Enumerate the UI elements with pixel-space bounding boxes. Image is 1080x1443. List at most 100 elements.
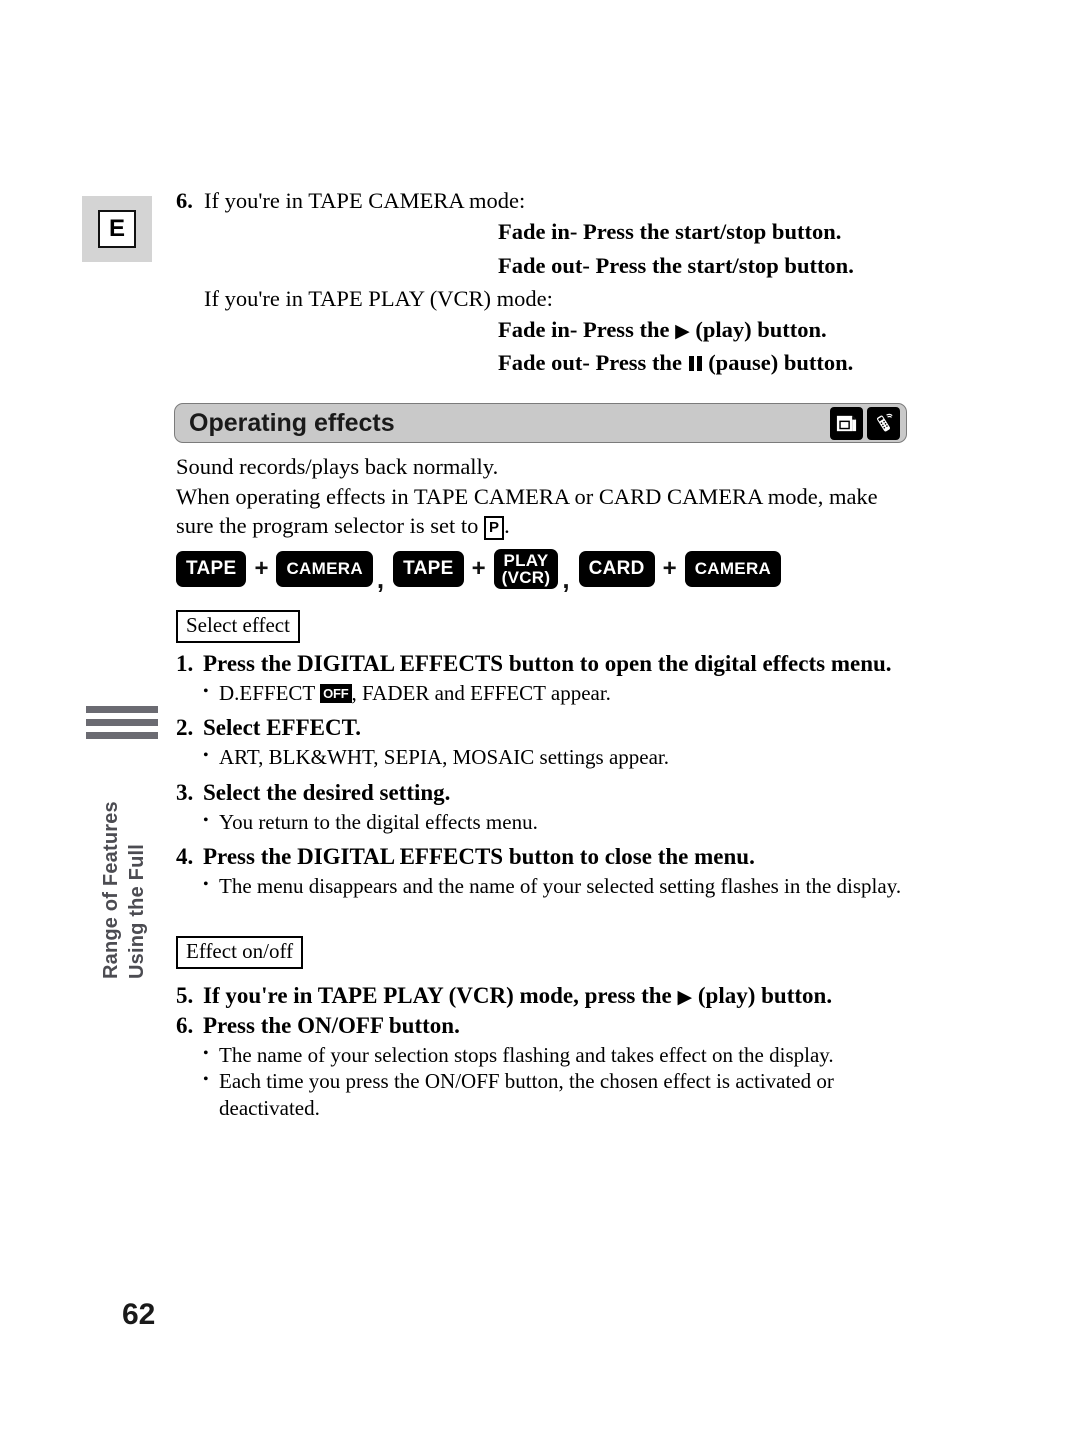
step-4-bullet-1: • The menu disappears and the name of yo… [203,873,916,899]
step-3-heading: 3. Select the desired setting. [176,779,916,807]
step-2-bullet-1-text: ART, BLK&WHT, SEPIA, MOSAIC settings app… [219,745,670,770]
step-5-title-post: (play) button. [692,983,833,1008]
pause-icon [688,356,703,372]
mode-badge-play-line2: (VCR) [501,568,551,587]
intro-line-2: When operating effects in TAPE CAMERA or… [176,483,878,509]
step-6b-bullet-2: • Each time you press the ON/OFF button,… [203,1068,916,1121]
step-3-title: Select the desired setting. [203,779,451,805]
instruction-list-effect-on-off: 5. If you're in TAPE PLAY (VCR) mode, pr… [176,980,916,1129]
fade-in-vcr-post: (play) button. [689,317,827,343]
bullet-dot-icon: • [203,811,209,829]
step-6b-title: Press the ON/OFF button. [203,1013,460,1039]
intro-line-3-pre: sure the program selector is set to [176,513,485,539]
side-tab-bar-2 [86,719,158,726]
mode-separator-2: , [562,564,570,595]
step-6b-bullet-1-text: The name of your selection stops flashin… [219,1043,834,1068]
play-icon: ▶ [677,987,693,1008]
step-4-heading: 4. Press the DIGITAL EFFECTS button to c… [176,843,916,871]
plus-sign-3: + [662,555,677,582]
vcr-mode-intro: If you're in TAPE PLAY (VCR) mode: [204,285,553,311]
step-4-number: 4. [176,843,194,869]
mode-badge-camera-1: CAMERA [276,551,373,587]
step-1-bullet-1: • D.EFFECT OFF, FADER and EFFECT appear. [203,680,916,706]
step-1-heading: 1. Press the DIGITAL EFFECTS button to o… [176,650,916,678]
step6-headline: 6. If you're in TAPE CAMERA mode: [176,186,912,215]
bullet-dot-icon: • [203,747,209,765]
mode-separator-1: , [376,564,385,595]
fade-out-camera-line: Fade out- Press the start/stop button. [498,252,854,278]
section-header-icons [830,406,900,440]
step-4-bullet-1-text: The menu disappears and the name of your… [219,873,902,898]
side-tab-bar-1 [86,706,158,713]
mode-badge-tape-1: TAPE [176,551,247,587]
step-6b-bullets: • The name of your selection stops flash… [176,1042,916,1121]
language-badge-letter: E [98,210,136,248]
fade-in-vcr-line: Fade in- Press the ▶ (play) button. [176,313,912,346]
step-1-bullets: • D.EFFECT OFF, FADER and EFFECT appear. [176,680,916,706]
mode-badge-card: CARD [578,551,655,587]
step-1-title: Press the DIGITAL EFFECTS button to open… [203,651,892,676]
fade-out-vcr-post: (pause) button. [702,350,854,376]
card-icon [830,406,863,440]
page-number: 62 [122,1298,156,1331]
mode-badge-play-vcr: PLAY (VCR) [493,549,559,589]
step6-text: If you're in TAPE CAMERA mode: [204,188,526,213]
step-3-bullets: • You return to the digital effects menu… [176,809,916,835]
bullet-post: , FADER and EFFECT appear. [351,681,611,706]
chapter-side-tab: Using the Full Range of Features [86,706,158,981]
bullet-dot-icon: • [203,1045,209,1063]
play-icon: ▶ [675,321,690,343]
tag-select-effect: Select effect [176,610,300,644]
bullet-pre: D.EFFECT [219,681,321,706]
step-1-number: 1. [176,651,194,676]
step-6b-bullet-1: • The name of your selection stops flash… [203,1042,916,1068]
section-intro-paragraph: Sound records/plays back normally. When … [176,452,916,541]
step-1-bullet-1-text: D.EFFECT OFF, FADER and EFFECT appear. [219,680,916,706]
bullet-dot-icon: • [203,683,209,701]
step-2-heading: 2. Select EFFECT. [176,714,916,742]
side-tab-line-2: Range of Features [100,801,122,979]
off-indicator-icon: OFF [320,684,352,704]
plus-sign-1: + [254,555,269,582]
fade-out-vcr-line: Fade out- Press the (pause) button. [176,346,912,379]
program-selector-icon: P [484,516,505,541]
step-2-bullets: • ART, BLK&WHT, SEPIA, MOSAIC settings a… [176,744,916,770]
step-4-title: Press the DIGITAL EFFECTS button to clos… [203,843,755,869]
step-3-number: 3. [176,779,194,805]
step-6b-number: 6. [176,1013,194,1039]
language-badge: E [82,196,152,262]
fade-in-camera-line: Fade in- Press the start/stop button. [498,219,842,245]
intro-line-3: sure the program selector is set to P. [176,511,916,541]
mode-badge-row: TAPE + CAMERA , TAPE + PLAY (VCR) , CARD… [176,548,782,595]
step-2-number: 2. [176,715,194,741]
step-4-bullets: • The menu disappears and the name of yo… [176,873,916,899]
plus-sign-2: + [471,555,486,582]
instruction-list-select-effect: 1. Press the DIGITAL EFFECTS button to o… [176,648,916,907]
fade-out-vcr-pre: Fade out- Press the [498,350,688,376]
step-3-bullet-1: • You return to the digital effects menu… [203,809,916,835]
mode-badge-tape-2: TAPE [393,551,464,587]
step-5-title-pre: If you're in TAPE PLAY (VCR) mode, press… [203,983,678,1008]
step6-number: 6. [176,188,193,213]
section-header-bar: Operating effects [174,403,907,443]
mode-badge-play-line1: PLAY [503,550,549,570]
intro-line-3-post: . [504,513,510,539]
step-5-heading: 5. If you're in TAPE PLAY (VCR) mode, pr… [176,982,916,1010]
mode-badge-camera-2: CAMERA [684,551,782,587]
step-2-bullet-1: • ART, BLK&WHT, SEPIA, MOSAIC settings a… [203,744,916,770]
intro-line-1: Sound records/plays back normally. [176,454,499,479]
bullet-dot-icon: • [203,1071,209,1089]
step-5-title: If you're in TAPE PLAY (VCR) mode, press… [203,982,916,1010]
fade-in-vcr-pre: Fade in- Press the [498,317,676,343]
remote-control-icon [867,406,900,440]
side-tab-line-1: Using the Full [126,843,148,979]
step-2-title: Select EFFECT. [203,715,361,741]
step-6b-bullet-2-text: Each time you press the ON/OFF button, t… [219,1069,834,1120]
step-3-bullet-1-text: You return to the digital effects menu. [219,809,538,834]
step-5-number: 5. [176,983,194,1008]
continued-step-block: 6. If you're in TAPE CAMERA mode: Fade i… [176,186,912,380]
bullet-dot-icon: • [203,875,209,893]
step-6b-heading: 6. Press the ON/OFF button. [176,1012,916,1040]
side-tab-bar-3 [86,732,158,739]
section-title: Operating effects [189,408,395,437]
